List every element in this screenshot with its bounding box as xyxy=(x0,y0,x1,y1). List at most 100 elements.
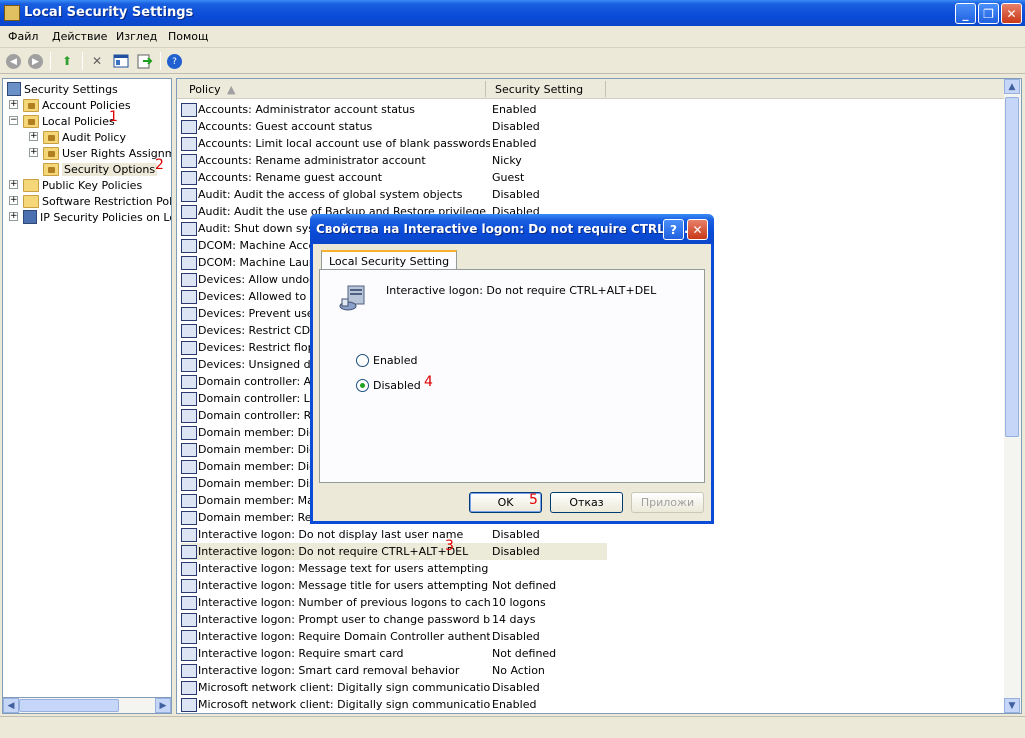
policy-icon xyxy=(181,323,197,338)
policy-icon xyxy=(181,510,197,525)
radio-disabled[interactable] xyxy=(356,379,369,392)
table-row[interactable]: Interactive logon: Smart card removal be… xyxy=(181,662,781,679)
policy-name: Accounts: Administrator account status xyxy=(198,103,415,116)
folder-icon xyxy=(43,146,59,160)
policy-icon xyxy=(181,697,197,712)
table-row[interactable]: Interactive logon: Do not display last u… xyxy=(181,526,781,543)
tree-pane: Security Settings + Account Policies − L… xyxy=(2,78,172,714)
table-row[interactable]: Accounts: Guest account status Disabled xyxy=(181,118,781,135)
policy-icon xyxy=(181,289,197,304)
table-row[interactable]: Interactive logon: Prompt user to change… xyxy=(181,611,781,628)
tree-item-software-restriction[interactable]: Software Restriction Policies xyxy=(23,193,171,209)
policy-icon xyxy=(181,340,197,355)
table-row[interactable]: Accounts: Rename administrator account Ni… xyxy=(181,152,781,169)
radio-enabled[interactable] xyxy=(356,354,369,367)
policy-setting: 14 days xyxy=(492,613,536,626)
properties-dialog: Свойства на Interactive logon: Do not re… xyxy=(310,214,714,524)
tab-local-security-setting[interactable]: Local Security Setting xyxy=(321,250,458,270)
tree-item-audit-policy[interactable]: Audit Policy xyxy=(43,129,126,145)
scroll-thumb[interactable] xyxy=(1005,97,1019,437)
expand-icon[interactable]: + xyxy=(29,132,38,141)
table-row[interactable]: Interactive logon: Message title for use… xyxy=(181,577,781,594)
tree-item-ip-security[interactable]: IP Security Policies on Local Computer xyxy=(23,209,171,225)
table-row[interactable]: Interactive logon: Require smart card Not… xyxy=(181,645,781,662)
scroll-up-icon[interactable]: ▲ xyxy=(1004,79,1020,94)
folder-icon xyxy=(23,178,39,192)
table-row[interactable]: Interactive logon: Message text for user… xyxy=(181,560,781,577)
dialog-title-bar[interactable]: Свойства на Interactive logon: Do not re… xyxy=(310,214,714,244)
column-header-security-setting[interactable]: Security Setting xyxy=(495,83,583,96)
policy-setting: Disabled xyxy=(492,188,540,201)
scroll-thumb[interactable] xyxy=(19,699,119,712)
export-icon[interactable] xyxy=(136,52,154,70)
menu-action[interactable]: Действие xyxy=(52,30,107,43)
scroll-right-icon[interactable]: ▶ xyxy=(155,698,171,713)
policy-setting: Disabled xyxy=(492,681,540,694)
table-row[interactable]: Microsoft network client: Digitally sign… xyxy=(181,679,781,696)
policy-icon xyxy=(181,102,197,117)
policy-setting: Enabled xyxy=(492,137,537,150)
policy-icon xyxy=(181,595,197,610)
table-row[interactable]: Audit: Audit the access of global system… xyxy=(181,186,781,203)
policy-icon xyxy=(181,629,197,644)
forward-icon[interactable]: ▶ xyxy=(28,54,43,69)
cancel-button[interactable]: Отказ xyxy=(550,492,623,513)
table-row[interactable]: Interactive logon: Do not require CTRL+A… xyxy=(181,543,607,560)
policy-setting: No Action xyxy=(492,664,545,677)
menu-help[interactable]: Помощ xyxy=(168,30,208,43)
policy-name: Interactive logon: Require Domain Contro… xyxy=(198,630,490,643)
tree-item-local-policies[interactable]: Local Policies xyxy=(23,113,115,129)
expand-icon[interactable]: + xyxy=(9,180,18,189)
delete-icon[interactable]: ✕ xyxy=(88,52,106,70)
table-row[interactable]: Interactive logon: Require Domain Contro… xyxy=(181,628,781,645)
column-header-policy[interactable]: Policy xyxy=(189,83,221,96)
tree-item-user-rights[interactable]: User Rights Assignment xyxy=(43,145,171,161)
policy-icon xyxy=(181,442,197,457)
properties-icon[interactable] xyxy=(112,52,130,70)
close-button[interactable]: ✕ xyxy=(1001,3,1022,24)
folder-icon xyxy=(43,162,59,176)
policy-icon xyxy=(181,255,197,270)
scroll-down-icon[interactable]: ▼ xyxy=(1004,698,1020,713)
option-enabled-label: Enabled xyxy=(373,354,418,367)
toolbar: ◀ ▶ ⬆ ✕ ? xyxy=(0,48,1025,74)
policy-setting: Disabled xyxy=(492,528,540,541)
table-row[interactable]: Microsoft network client: Digitally sign… xyxy=(181,696,781,713)
option-disabled[interactable]: Disabled xyxy=(356,379,421,392)
menu-file[interactable]: Файл xyxy=(8,30,38,43)
tree-item-public-key[interactable]: Public Key Policies xyxy=(23,177,142,193)
tree-item-security-settings[interactable]: Security Settings xyxy=(7,81,118,97)
policy-icon xyxy=(181,306,197,321)
table-row[interactable]: Accounts: Limit local account use of bla… xyxy=(181,135,781,152)
option-enabled[interactable]: Enabled xyxy=(356,354,417,367)
folder-icon xyxy=(23,114,39,128)
minimize-button[interactable]: _ xyxy=(955,3,976,24)
table-row[interactable]: Accounts: Administrator account status En… xyxy=(181,101,781,118)
policy-icon xyxy=(181,578,197,593)
policy-icon xyxy=(181,425,197,440)
help-icon[interactable]: ? xyxy=(167,54,182,69)
annotation-2: 2 xyxy=(155,157,164,173)
collapse-icon[interactable]: − xyxy=(9,116,18,125)
expand-icon[interactable]: + xyxy=(9,100,18,109)
back-icon[interactable]: ◀ xyxy=(6,54,21,69)
dialog-help-button[interactable]: ? xyxy=(663,219,684,240)
apply-button[interactable]: Приложи xyxy=(631,492,704,513)
policy-icon xyxy=(181,119,197,134)
expand-icon[interactable]: + xyxy=(29,148,38,157)
tree-horizontal-scrollbar[interactable]: ◀ ▶ xyxy=(2,697,172,714)
table-row[interactable]: Interactive logon: Number of previous lo… xyxy=(181,594,781,611)
expand-icon[interactable]: + xyxy=(9,196,18,205)
menu-view[interactable]: Изглед xyxy=(116,30,157,43)
table-row[interactable]: Accounts: Rename guest account Guest xyxy=(181,169,781,186)
policy-name: Interactive logon: Smart card removal be… xyxy=(198,664,460,677)
window-title-bar[interactable]: Local Security Settings _ ❐ ✕ xyxy=(0,0,1025,26)
dialog-close-button[interactable]: ✕ xyxy=(687,219,708,240)
scroll-left-icon[interactable]: ◀ xyxy=(3,698,19,713)
policy-icon xyxy=(181,476,197,491)
list-vertical-scrollbar[interactable]: ▲ ▼ xyxy=(1004,79,1021,713)
expand-icon[interactable]: + xyxy=(9,212,18,221)
maximize-button[interactable]: ❐ xyxy=(978,3,999,24)
up-folder-icon[interactable]: ⬆ xyxy=(58,52,76,70)
tree-item-security-options[interactable]: Security Options xyxy=(43,161,158,177)
